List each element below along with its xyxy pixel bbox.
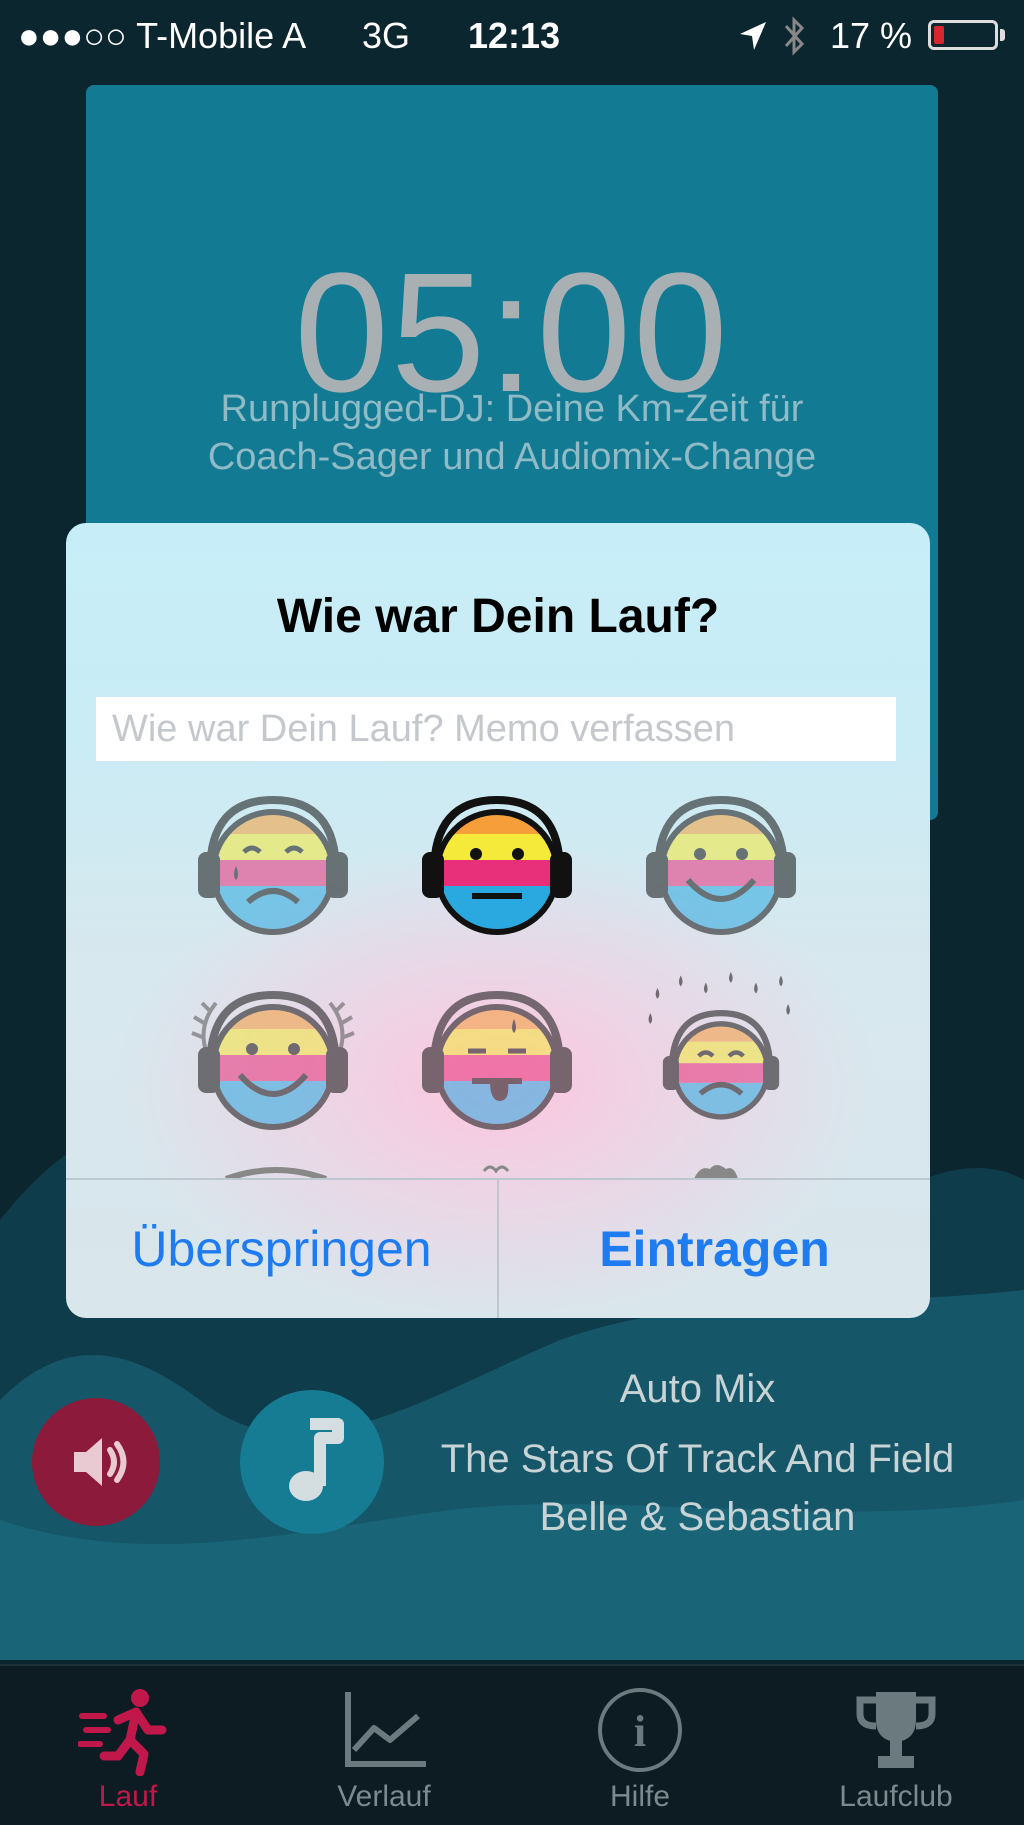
battery-percent: 17 % (830, 15, 913, 56)
info-icon: i (598, 1688, 682, 1772)
battery-icon (928, 20, 998, 50)
status-bar: ●●●○○ T-Mobile A 3G 12:13 17 % (0, 0, 1024, 72)
mood-neutral-icon[interactable] (412, 780, 582, 950)
battery-level-fill (934, 26, 944, 44)
speaker-icon (74, 1438, 127, 1486)
more-moods-peek (224, 1165, 738, 1179)
music-button[interactable] (240, 1390, 384, 1534)
mood-rain-icon[interactable] (636, 963, 806, 1133)
skip-button[interactable]: Überspringen (66, 1180, 497, 1318)
clock: 12:13 (468, 15, 561, 56)
svg-text:i: i (634, 1707, 646, 1756)
timer-description: Runplugged-DJ: Deine Km-Zeit für Coach-S… (126, 385, 898, 481)
mood-happy-icon[interactable] (636, 780, 806, 950)
tab-hilfe[interactable]: i Hilfe (512, 1666, 768, 1825)
tab-verlauf-label: Verlauf (337, 1780, 431, 1813)
trophy-icon (856, 1692, 936, 1768)
tab-hilfe-label: Hilfe (609, 1780, 670, 1813)
tab-lauf[interactable]: Lauf (0, 1666, 256, 1825)
track-title: The Stars Of Track And Field (440, 1437, 955, 1481)
run-feedback-dialog: Wie war Dein Lauf? Wie war Dein Lauf? Me… (66, 523, 930, 1318)
chart-icon (345, 1692, 426, 1767)
mood-sad-tear-icon[interactable] (188, 780, 358, 950)
tab-bar: Lauf Verlauf i Hilfe Laufclub (0, 1664, 1024, 1825)
tab-laufclub-label: Laufclub (839, 1780, 953, 1813)
track-artist: Belle & Sebastian (539, 1495, 856, 1539)
volume-button[interactable] (32, 1398, 160, 1526)
battery-tip (1000, 29, 1005, 41)
memo-input[interactable] (96, 697, 896, 761)
bluetooth-icon (784, 16, 805, 56)
tab-laufclub[interactable]: Laufclub (768, 1666, 1024, 1825)
dialog-title: Wie war Dein Lauf? (276, 590, 720, 643)
network-label: 3G (362, 15, 411, 56)
runner-icon (78, 1689, 167, 1776)
carrier-label: ●●●○○ T-Mobile A (18, 15, 307, 56)
location-arrow-icon (740, 22, 766, 50)
mood-winner-icon[interactable] (188, 975, 358, 1145)
tab-lauf-label: Lauf (98, 1780, 158, 1813)
timer-description-line-1: Runplugged-DJ: Deine Km-Zeit für (220, 388, 804, 430)
player-mode: Auto Mix (619, 1367, 776, 1411)
tab-verlauf[interactable]: Verlauf (256, 1666, 512, 1825)
mood-exhausted-icon[interactable] (412, 975, 582, 1145)
timer-description-line-2: Coach-Sager und Audiomix-Change (207, 436, 817, 478)
submit-button[interactable]: Eintragen (499, 1180, 930, 1318)
music-note-icon (289, 1418, 344, 1501)
